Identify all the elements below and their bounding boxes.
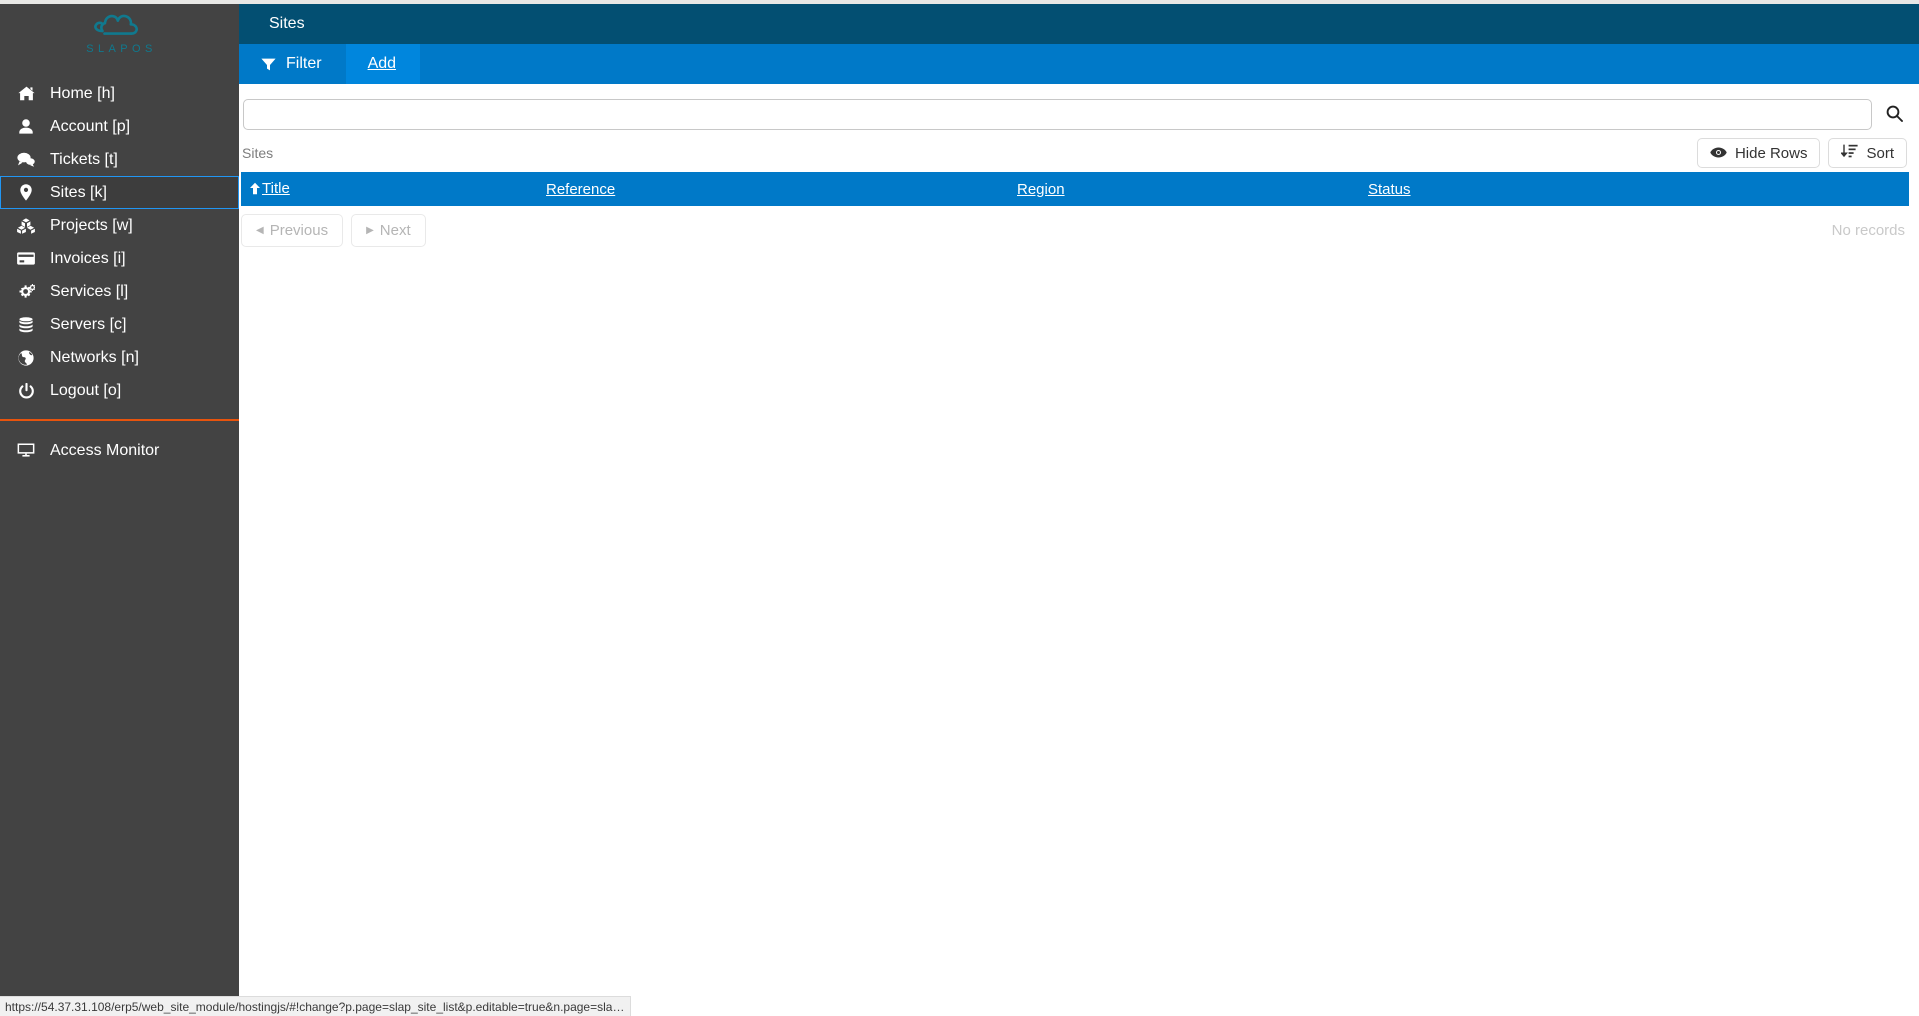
sidebar-item-label: Servers [c] — [50, 315, 127, 333]
listbox-table-wrap: Title Reference Region Status — [239, 168, 1919, 206]
column-header-label: Reference — [546, 180, 616, 198]
sidebar-item-projects[interactable]: Projects [w] — [0, 209, 239, 242]
column-header-label: Status — [1368, 180, 1411, 198]
sidebar-item-logout[interactable]: Logout [o] — [0, 374, 239, 407]
comments-icon — [13, 152, 39, 167]
arrow-up-icon — [249, 182, 261, 195]
tab-bar: Filter Add — [239, 44, 1919, 84]
cubes-icon — [13, 217, 39, 234]
sidebar-item-sites[interactable]: Sites [k] — [0, 176, 239, 209]
sidebar-item-networks[interactable]: Networks [n] — [0, 341, 239, 374]
database-icon — [13, 316, 39, 333]
listbox-actions: Hide Rows Sort — [1696, 138, 1907, 168]
page-header: Sites — [239, 4, 1919, 44]
sidebar: SLAPOS Home [h] Account [p] Tickets [t] … — [0, 4, 239, 1016]
tab-label: Add — [367, 55, 397, 72]
sidebar-item-label: Logout [o] — [50, 381, 122, 399]
column-header-status[interactable]: Status — [1362, 172, 1909, 206]
column-header-reference[interactable]: Reference — [542, 172, 1012, 206]
credit-card-icon — [13, 252, 39, 265]
sidebar-item-label: Tickets [t] — [50, 150, 118, 168]
search-icon — [1886, 105, 1903, 125]
map-marker-icon — [13, 184, 39, 201]
column-header-title[interactable]: Title — [241, 172, 542, 206]
caret-right-icon: ▶ — [366, 224, 374, 236]
column-header-label: Region — [1017, 180, 1065, 198]
slapos-cloud-logo-icon — [90, 11, 148, 46]
caret-left-icon: ◀ — [256, 224, 264, 236]
sidebar-nav: Home [h] Account [p] Tickets [t] Sites [… — [0, 77, 239, 467]
column-header-label: Title — [262, 179, 290, 197]
browser-status-bar: https://54.37.31.108/erp5/web_site_modul… — [0, 996, 632, 1016]
listbox-table: Title Reference Region Status — [241, 172, 1909, 206]
sidebar-item-access-monitor[interactable]: Access Monitor — [0, 434, 239, 467]
sidebar-divider — [0, 419, 239, 421]
hide-rows-button[interactable]: Hide Rows — [1696, 138, 1821, 168]
app-window: SLAPOS Home [h] Account [p] Tickets [t] … — [0, 0, 1919, 1016]
sidebar-item-label: Projects [w] — [50, 216, 133, 234]
sort-amount-desc-icon — [1840, 144, 1859, 162]
main-content: Sites Filter Add Sites Hide Rows Sort Ti… — [239, 4, 1919, 1016]
no-records-message: No records — [1831, 222, 1905, 239]
sidebar-item-account[interactable]: Account [p] — [0, 110, 239, 143]
previous-page-button[interactable]: ◀ Previous — [241, 214, 344, 247]
sidebar-item-label: Invoices [i] — [50, 249, 126, 267]
hide-rows-label: Hide Rows — [1734, 144, 1808, 162]
brand-logo-text: SLAPOS — [86, 43, 157, 55]
sidebar-item-tickets[interactable]: Tickets [t] — [0, 143, 239, 176]
home-icon — [13, 86, 39, 101]
listbox-header-row: Title Reference Region Status — [241, 172, 1909, 206]
status-bar-url: https://54.37.31.108/erp5/web_site_modul… — [5, 999, 625, 1014]
column-header-region[interactable]: Region — [1012, 172, 1362, 206]
pagination-buttons: ◀ Previous ▶ Next — [241, 214, 426, 247]
next-page-button[interactable]: ▶ Next — [351, 214, 426, 247]
sidebar-item-services[interactable]: Services [l] — [0, 275, 239, 308]
user-icon — [13, 119, 39, 134]
brand-logo[interactable]: SLAPOS — [0, 4, 239, 60]
previous-label: Previous — [269, 222, 329, 239]
globe-icon — [13, 349, 39, 366]
sidebar-item-label: Access Monitor — [50, 441, 160, 459]
sidebar-item-label: Account [p] — [50, 117, 131, 135]
tab-label: Filter — [286, 55, 322, 72]
sidebar-item-label: Services [l] — [50, 282, 129, 300]
pagination-row: ◀ Previous ▶ Next No records — [239, 206, 1919, 247]
desktop-icon — [13, 443, 39, 458]
sidebar-bottom-nav: Access Monitor — [0, 434, 239, 467]
listbox-thead: Title Reference Region Status — [241, 172, 1909, 206]
sidebar-item-servers[interactable]: Servers [c] — [0, 308, 239, 341]
tab-filter[interactable]: Filter — [239, 44, 346, 84]
page-title: Sites — [269, 15, 305, 32]
listbox-title: Sites — [242, 145, 274, 161]
sidebar-item-label: Networks [n] — [50, 348, 139, 366]
sidebar-item-label: Home [h] — [50, 84, 115, 102]
next-label: Next — [379, 222, 411, 239]
filter-icon — [261, 58, 276, 71]
search-input[interactable] — [243, 99, 1872, 130]
sidebar-item-label: Sites [k] — [50, 183, 107, 201]
sort-button[interactable]: Sort — [1828, 138, 1907, 168]
listbox-header: Sites Hide Rows Sort — [239, 130, 1919, 168]
sort-label: Sort — [1866, 144, 1894, 162]
sidebar-item-invoices[interactable]: Invoices [i] — [0, 242, 239, 275]
cogs-icon — [13, 283, 39, 300]
power-off-icon — [13, 382, 39, 399]
sidebar-item-home[interactable]: Home [h] — [0, 77, 239, 110]
search-row — [239, 84, 1919, 130]
eye-icon — [1710, 145, 1727, 162]
tab-add[interactable]: Add — [345, 44, 421, 84]
search-button[interactable] — [1879, 100, 1909, 130]
